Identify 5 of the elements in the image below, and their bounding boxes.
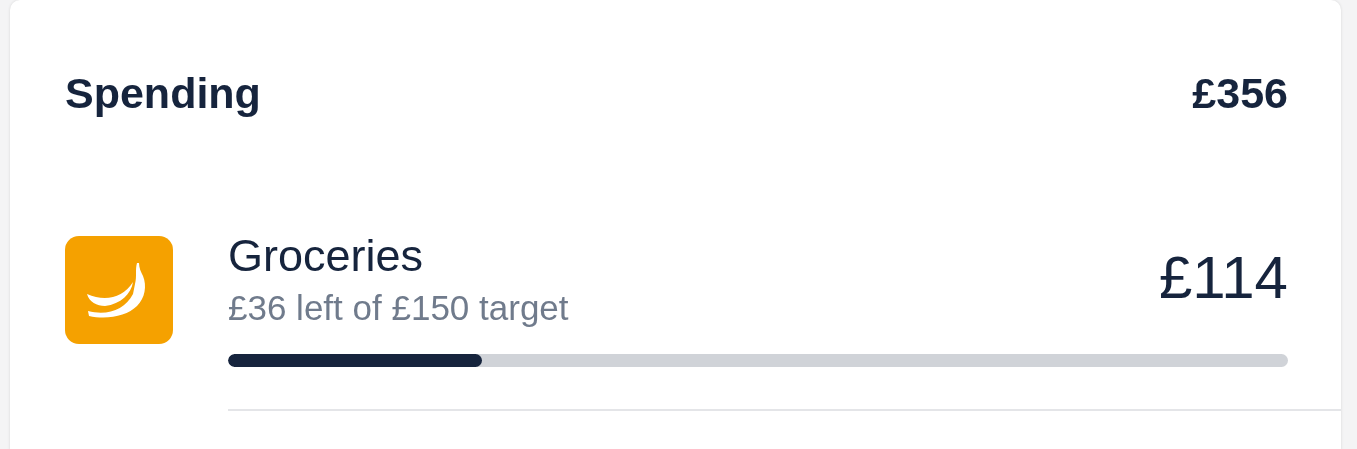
card-title: Spending bbox=[65, 68, 261, 118]
target-text: £36 left of £150 target bbox=[228, 287, 569, 329]
category-name: Groceries bbox=[228, 229, 425, 283]
category-amount: £114 bbox=[1158, 242, 1288, 312]
total-amount: £356 bbox=[1192, 68, 1288, 118]
